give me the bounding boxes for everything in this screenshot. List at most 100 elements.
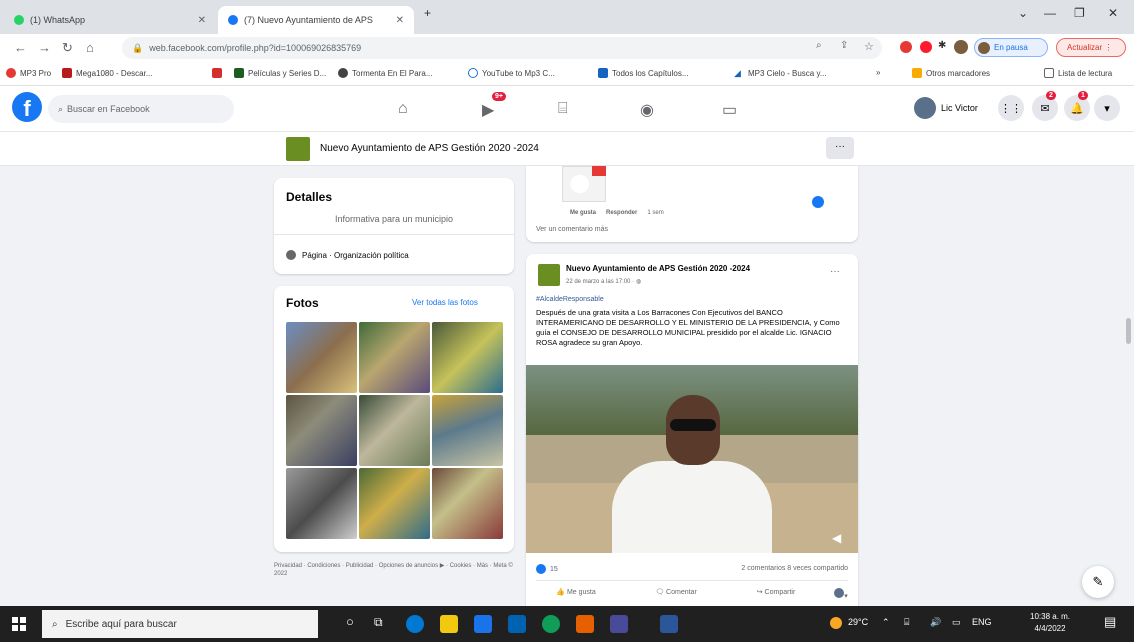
window-close-button[interactable]: ✕ [1108,6,1118,20]
more-comments-link[interactable]: Ver un comentario más [536,226,608,233]
bookmark-item[interactable]: Películas y Series D... [234,68,326,78]
photo-thumbnail[interactable] [432,468,503,539]
tab-search-icon[interactable]: ⌄ [1018,6,1028,20]
edge-icon[interactable] [406,615,424,633]
extension-icon[interactable] [900,41,912,53]
search-input[interactable]: ⌕ Buscar en Facebook [48,95,234,123]
clock[interactable]: 10:38 a. m. 4/4/2022 [1030,611,1070,635]
opera-icon[interactable] [920,41,932,53]
gaming-icon[interactable]: ▭ [722,100,737,120]
share-icon[interactable]: ⇪ [840,40,848,51]
reactions-summary[interactable]: 15 [536,564,558,574]
footer-links[interactable]: Privacidad · Condiciones · Publicidad · … [274,562,514,578]
bookmark-item[interactable]: ◢ MP3 Cielo - Busca y... [734,68,827,78]
task-view-icon[interactable]: ⧉ [374,615,383,630]
account-menu-chevron-icon[interactable]: ▾ [1094,95,1120,121]
bookmark-item[interactable]: Mega1080 - Descar... [62,68,152,78]
more-bookmarks-icon[interactable]: » [876,68,880,77]
zoom-icon[interactable]: ⌕ [816,40,822,51]
comment-like-link[interactable]: Me gusta [570,210,596,216]
forward-button[interactable]: → [38,40,51,55]
volume-icon[interactable]: 🔊 [930,617,941,628]
info-icon [286,250,296,260]
file-explorer-icon[interactable] [440,615,458,633]
update-button[interactable]: Actualizar ⋮ [1056,38,1126,57]
photo-thumbnail[interactable] [432,322,503,393]
network-icon[interactable]: ⌸ [904,617,909,628]
minimize-button[interactable]: — [1044,6,1056,20]
home-button[interactable]: ⌂ [86,40,94,55]
word-icon[interactable] [660,615,678,633]
new-tab-button[interactable]: + [424,6,431,20]
tab-whatsapp[interactable]: (1) WhatsApp ✕ [4,6,216,34]
close-icon[interactable]: ✕ [198,15,206,26]
notification-center-icon[interactable]: ▤ [1104,614,1116,630]
photo-thumbnail[interactable] [286,322,357,393]
winrar-icon[interactable] [610,615,628,633]
windows-start-icon[interactable] [12,617,26,631]
bookmark-star-icon[interactable]: ☆ [864,40,874,53]
bookmark-item[interactable]: Tormenta En El Para... [338,68,432,78]
page-more-button[interactable]: ··· [826,137,854,159]
comment-reply-link[interactable]: Responder [606,210,637,216]
app-icon[interactable] [576,615,594,633]
bookmark-item[interactable]: MP3 Pro [6,68,51,78]
post-stats[interactable]: 2 comentarios 8 veces compartido [686,565,848,572]
marketplace-icon[interactable]: ⌸ [558,100,568,118]
photo-thumbnail[interactable] [359,468,430,539]
taskbar-search-input[interactable]: ⌕ Escribe aquí para buscar [42,610,318,638]
close-icon[interactable]: ✕ [396,15,404,26]
reading-list-label: Lista de lectura [1058,68,1113,78]
facebook-logo-icon[interactable]: f [12,92,42,122]
photo-thumbnail[interactable] [359,395,430,466]
reload-button[interactable]: ↻ [62,40,73,56]
post-hashtag[interactable]: #AlcaldeResponsable [536,296,604,303]
scrollbar-thumb[interactable] [1126,318,1131,344]
tray-chevron-icon[interactable]: ⌃ [882,617,890,628]
page-title[interactable]: Nuevo Ayuntamiento de APS Gestión 2020 -… [320,143,539,154]
mail-icon[interactable] [508,615,526,633]
address-bar[interactable]: 🔒 web.facebook.com/profile.php?id=100069… [122,37,882,59]
reading-list[interactable]: Lista de lectura [1044,68,1112,78]
like-button[interactable]: 👍 Me gusta [526,588,626,600]
cortana-icon[interactable]: ○ [346,614,354,629]
profile-button[interactable]: En pausa [974,38,1048,57]
post-video[interactable]: ◀ [526,365,858,553]
watch-icon[interactable]: ▶ [482,100,494,120]
photo-thumbnail[interactable] [359,322,430,393]
other-bookmarks[interactable]: Otros marcadores [912,68,990,78]
post-author-avatar[interactable] [538,264,560,286]
see-all-photos-link[interactable]: Ver todas las fotos [412,298,478,307]
page-logo[interactable] [286,137,310,161]
maximize-button[interactable]: ❐ [1074,6,1085,20]
weather-temperature[interactable]: 29°C [848,617,868,627]
home-icon[interactable]: ⌂ [398,100,408,118]
comment-button[interactable]: 🗨 Comentar [626,588,726,600]
share-button[interactable]: ↪ Compartir [726,588,826,600]
weather-sun-icon[interactable] [830,617,842,629]
bookmark-item[interactable]: YouTube to Mp3 C... [468,68,555,78]
groups-icon[interactable]: ◉ [640,100,654,120]
language-indicator[interactable]: ENG [972,617,992,627]
photo-thumbnail[interactable] [286,468,357,539]
chrome-icon[interactable] [542,615,560,633]
audience-selector[interactable]: ▾ [826,588,856,600]
new-message-button[interactable]: ✎ [1082,566,1114,598]
tab-facebook[interactable]: (7) Nuevo Ayuntamiento de APS ✕ [218,6,414,34]
video-sound-icon[interactable]: ◀ [832,531,841,545]
bookmark-item[interactable] [212,68,222,78]
extensions-puzzle-icon[interactable]: ✱ [938,40,946,51]
other-bookmarks-label: Otros marcadores [926,68,991,78]
post-author-name[interactable]: Nuevo Ayuntamiento de APS Gestión 2020 -… [566,264,750,273]
store-icon[interactable] [474,615,492,633]
profile-avatar-icon[interactable] [954,40,968,54]
photo-thumbnail[interactable] [286,395,357,466]
battery-icon[interactable]: ▭ [952,617,961,628]
post-timestamp[interactable]: 22 de marzo a las 17:00 · [566,279,634,285]
user-profile-chip[interactable]: Lic Victor [914,95,978,121]
post-options-icon[interactable]: ··· [830,266,840,277]
back-button[interactable]: ← [14,40,27,55]
menu-grid-icon[interactable]: ⋮⋮ [998,95,1024,121]
bookmark-item[interactable]: Todos los Capítulos... [598,68,688,78]
photo-thumbnail[interactable] [432,395,503,466]
